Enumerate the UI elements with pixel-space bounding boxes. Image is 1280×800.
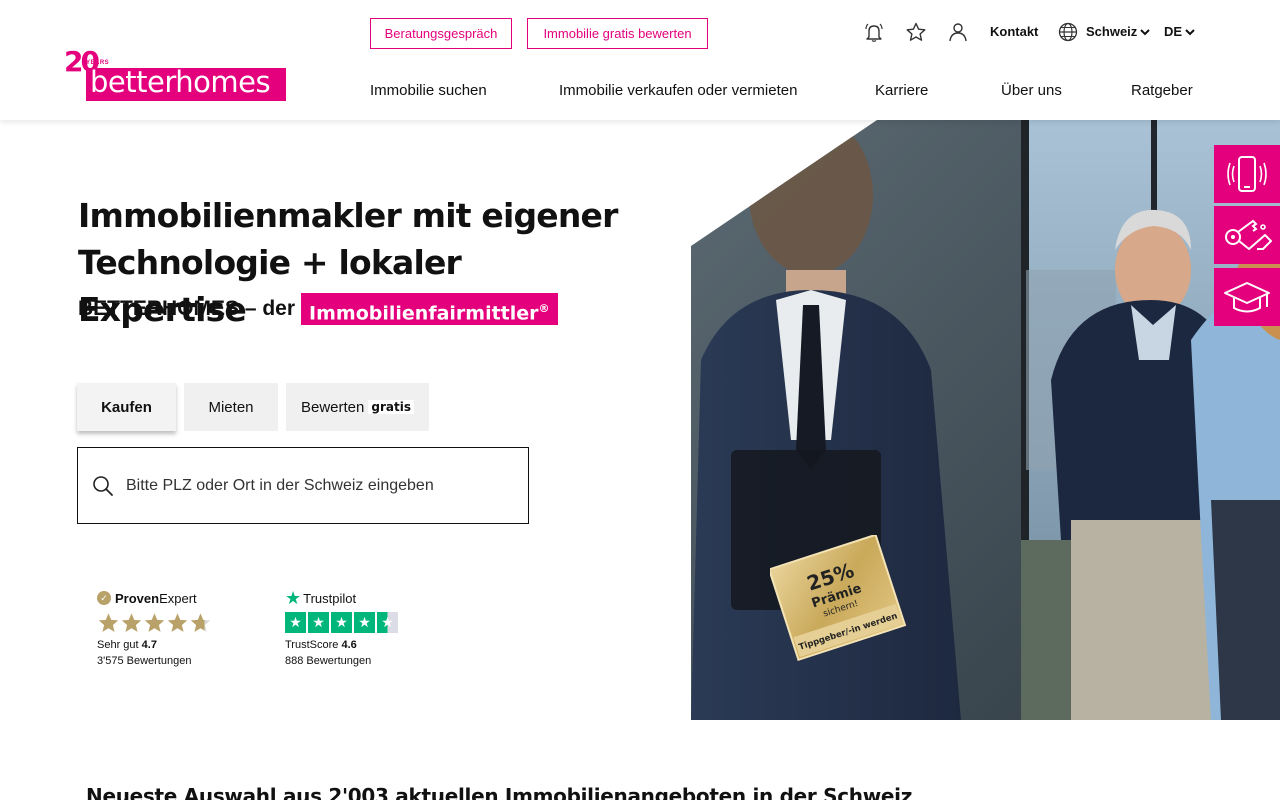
globe-icon[interactable] [1058, 22, 1078, 42]
contact-link[interactable]: Kontakt [990, 24, 1038, 39]
trustpilot-star-box: ★ [377, 612, 398, 633]
betterhomes-logo[interactable]: 20 YEARS betterhomes [64, 48, 286, 102]
trustpilot-star-box: ★ [354, 612, 375, 633]
proven-expert-reviews: 3'575 Bewertungen [97, 655, 192, 667]
location-search-input[interactable] [126, 472, 516, 500]
star-icon[interactable] [906, 22, 926, 42]
side-guide-button[interactable] [1214, 268, 1280, 326]
site-header: 20 YEARS betterhomes Beratungsgespräch I… [0, 0, 1280, 120]
check-icon: ✓ [97, 591, 111, 605]
trustpilot-score: TrustScore 4.6 [285, 638, 425, 652]
country-selector-label: Schweiz [1086, 24, 1138, 39]
trustpilot-rating[interactable]: ★ Trustpilot ★ ★ ★ ★ ★ TrustScore 4.6 888 Be… [285, 588, 425, 668]
trustpilot-logo: ★ Trustpilot [285, 588, 425, 608]
consultation-button[interactable]: Beratungsgespräch [370, 18, 512, 49]
proven-expert-logo-part2: Expert [159, 590, 197, 606]
free-valuation-button[interactable]: Immobilie gratis bewerten [527, 18, 708, 49]
trustpilot-star-box: ★ [285, 612, 306, 633]
fairmittler-badge: Immobilienfairmittler® [301, 292, 558, 325]
tab-mieten[interactable]: Mieten [184, 383, 278, 431]
search-icon [93, 476, 113, 496]
nav-ueber-uns[interactable]: Über uns [1001, 82, 1062, 99]
user-icon[interactable] [948, 22, 968, 42]
trustpilot-star-icon: ★ [285, 588, 302, 608]
registered-mark: ® [538, 301, 550, 315]
proven-expert-rating[interactable]: ✓ Proven Expert Sehr gut 4.7 3'575 Bewert… [97, 588, 237, 668]
hero-subtitle-prefix: BETTERHOMES – der [78, 296, 296, 320]
nav-immobilie-verkaufen[interactable]: Immobilie verkaufen oder vermieten [559, 82, 797, 99]
tab-bewerten-label: Bewerten [301, 398, 365, 416]
chevron-down-icon [1185, 29, 1195, 36]
trustpilot-reviews: 888 Bewertungen [285, 655, 372, 667]
tab-kaufen[interactable]: Kaufen [77, 383, 176, 431]
proven-expert-score: Sehr gut 4.7 [97, 638, 237, 652]
hero-subtitle: BETTERHOMES – der Immobilienfairmittler® [78, 292, 558, 325]
rating-star [167, 613, 188, 632]
language-selector-label: DE [1164, 24, 1183, 39]
tab-bewerten[interactable]: Bewerten gratis [286, 383, 429, 431]
chevron-down-icon [1140, 29, 1151, 36]
rating-star [144, 613, 165, 632]
nav-karriere[interactable]: Karriere [875, 82, 928, 99]
proven-expert-logo: ✓ Proven Expert [97, 588, 237, 608]
logo-brand-name: betterhomes [90, 65, 271, 99]
proven-expert-logo-part1: Proven [115, 590, 160, 606]
graduation-cap-icon [1224, 282, 1270, 313]
referral-bonus-badge[interactable]: 25% Prämie sichern! Tippgeber/-in werden [770, 535, 910, 665]
nav-ratgeber[interactable]: Ratgeber [1131, 82, 1193, 99]
trustpilot-star-box: ★ [308, 612, 329, 633]
rating-star [98, 613, 119, 632]
rating-star [121, 613, 142, 632]
side-sell-button[interactable] [1214, 206, 1280, 264]
side-call-button[interactable] [1214, 145, 1280, 203]
phone-icon [1227, 156, 1267, 192]
language-selector[interactable]: DE [1164, 24, 1195, 39]
trustpilot-logo-text: Trustpilot [303, 590, 357, 606]
proven-expert-score-label: Sehr gut [97, 639, 139, 651]
trustpilot-score-value: 4.6 [341, 639, 357, 651]
rating-star [190, 613, 211, 632]
gratis-badge: gratis [368, 400, 414, 414]
trustpilot-stars: ★ ★ ★ ★ ★ [285, 612, 425, 636]
location-search[interactable] [77, 447, 529, 524]
trustpilot-star-box: ★ [331, 612, 352, 633]
nav-immobilie-suchen[interactable]: Immobilie suchen [370, 82, 487, 99]
proven-expert-stars [97, 612, 237, 636]
trustpilot-score-label: TrustScore [285, 639, 339, 651]
country-selector[interactable]: Schweiz [1086, 24, 1151, 39]
bell-icon[interactable] [864, 22, 884, 42]
proven-expert-score-value: 4.7 [141, 639, 157, 651]
fairmittler-badge-text: Immobilienfairmittler [309, 301, 539, 324]
latest-listings-heading: Neueste Auswahl aus 2'003 aktuellen Immo… [86, 784, 913, 800]
keys-icon [1225, 219, 1272, 250]
hero-title-line-1: Immobilienmakler mit eigener [78, 196, 618, 235]
